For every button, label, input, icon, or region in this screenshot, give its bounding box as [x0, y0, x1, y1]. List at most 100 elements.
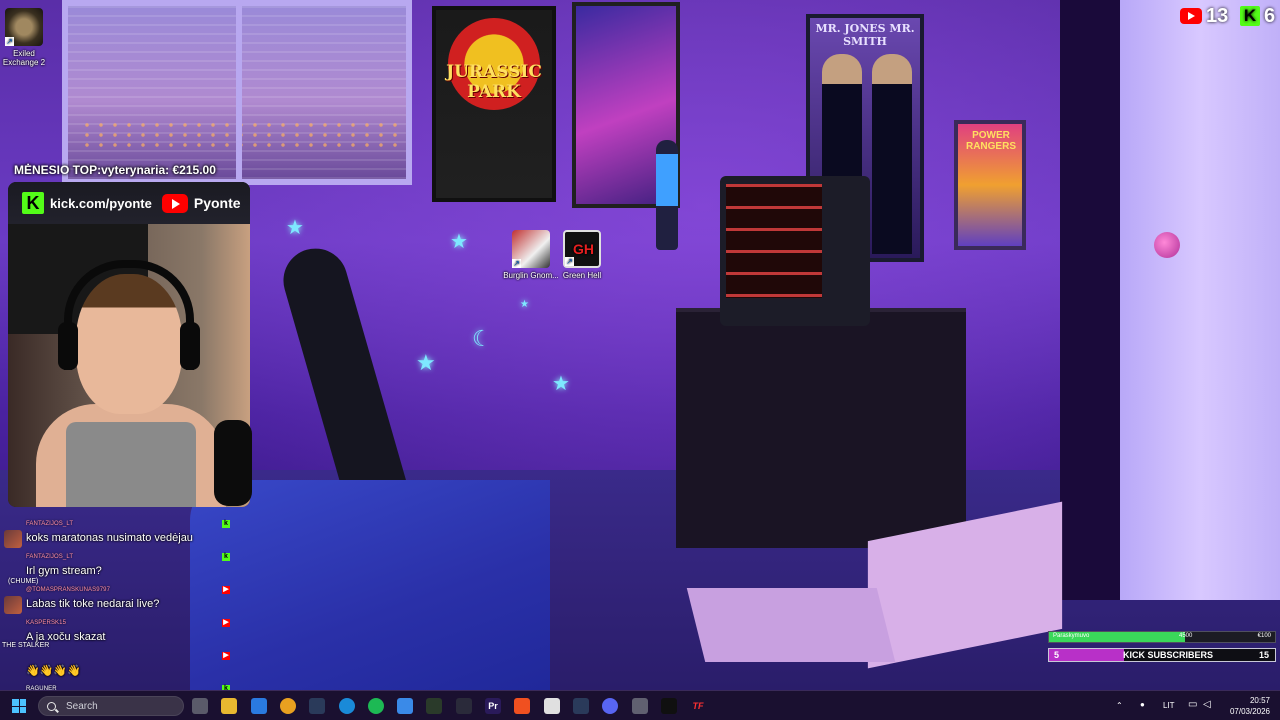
moon-decal: ☾	[472, 326, 492, 351]
wallpaper-bed	[190, 480, 550, 690]
files-icon[interactable]	[221, 698, 237, 714]
kick-logo-icon: K	[22, 192, 44, 214]
power-rangers-title: POWER RANGERS	[965, 130, 1016, 152]
premiere-icon[interactable]: Pr	[485, 698, 501, 714]
star-decal: ★	[416, 350, 436, 375]
subscribers-current: 5	[1054, 650, 1060, 660]
kick-url: kick.com/pyonte	[50, 195, 152, 211]
clock-date: 07/03/2026	[1229, 707, 1270, 716]
taskbar-clock[interactable]: 20:57 07/03/2026	[1220, 695, 1270, 717]
desktop-icon-exiled-exchange[interactable]: ↗ Exiled Exchange 2	[0, 8, 53, 67]
volume-icon[interactable]: ◁	[1203, 699, 1211, 710]
taskbar-search-input[interactable]: Search	[38, 696, 184, 716]
kick-viewer-counter: K 6	[1240, 4, 1275, 28]
chat-message: FANTAZIJOS_LT koks maratonas nusimato ve…	[4, 518, 230, 551]
wallpaper-pizza-box	[686, 588, 896, 662]
jurassic-park-title: JURASSIC PARK	[446, 62, 542, 102]
green-hell-icon: ↗	[563, 230, 601, 268]
star-decal: ★	[520, 299, 529, 310]
subscribers-label: KICK SUBSCRIBERS	[1123, 650, 1214, 660]
goal-value: 4500	[1179, 633, 1193, 639]
chat-avatar	[4, 596, 22, 614]
store-icon[interactable]	[251, 698, 267, 714]
youtube-channel-name: Pyonte	[193, 195, 241, 211]
kick-viewer-count: 6	[1264, 4, 1276, 27]
kick-platform-icon: k	[222, 553, 230, 561]
wallpaper-lava-lamp	[656, 140, 678, 250]
nvidia-icon[interactable]	[426, 698, 442, 714]
windows-start-icon[interactable]	[12, 699, 26, 713]
notes-icon[interactable]	[544, 698, 560, 714]
stream-chat: FANTAZIJOS_LT koks maratonas nusimato ve…	[4, 518, 230, 696]
desktop-icon-label: Burglin Gnom...	[503, 271, 559, 280]
webcam-header: K kick.com/pyonte Pyonte	[8, 182, 250, 224]
headphone-ear-right	[180, 322, 200, 370]
microphone-icon	[214, 420, 252, 506]
chat-username: FANTAZIJOS_LT	[26, 554, 74, 560]
chat-text: koks maratonas nusimato vedėjau	[26, 532, 193, 544]
power-rangers-poster: POWER RANGERS	[954, 120, 1026, 250]
star-decal: ★	[552, 373, 570, 395]
photos-icon[interactable]	[397, 698, 413, 714]
star-decal: ★	[286, 217, 304, 239]
chrome-icon[interactable]	[280, 698, 296, 714]
search-placeholder: Search	[66, 700, 98, 712]
desktop-icon-green-hell[interactable]: ↗ Green Hell	[553, 230, 611, 280]
chat-text: Labas tik toke nedarai live?	[26, 598, 160, 610]
youtube-platform-icon: ▶	[222, 619, 230, 627]
chat-message: 👋👋👋👋 ▶	[4, 650, 230, 683]
kick-platform-icon: k	[222, 520, 230, 528]
steam-2-icon[interactable]	[573, 698, 589, 714]
webcam-tank-top	[66, 422, 196, 507]
chat-text: Irl gym stream?	[26, 565, 102, 577]
desktop-icon-label: Exiled Exchange 2	[2, 49, 46, 67]
settings-icon[interactable]	[632, 698, 648, 714]
men-in-black-title: MR. JONES MR. SMITH	[815, 22, 915, 48]
search-icon	[47, 701, 56, 711]
obs-icon[interactable]	[456, 698, 472, 714]
tray-app-icon[interactable]: ●	[1140, 700, 1145, 709]
chat-username: KASPERSK15	[26, 620, 67, 626]
steam-icon[interactable]	[309, 698, 325, 714]
tray-chevron-icon[interactable]: ⌃	[1116, 701, 1123, 710]
goal-label: Paraskymuvo	[1053, 633, 1090, 639]
spotify-icon[interactable]	[368, 698, 384, 714]
jurassic-park-poster: JURASSIC PARK	[432, 6, 556, 202]
network-icon[interactable]: ▭	[1188, 699, 1197, 710]
chat-message: @TOMASPRANSKUNAS9797 Labas tik toke neda…	[4, 584, 230, 617]
discord-icon[interactable]	[602, 698, 618, 714]
brave-icon[interactable]	[514, 698, 530, 714]
shortcut-arrow-icon: ↗	[5, 37, 14, 46]
wallpaper-door-knob	[1154, 232, 1180, 258]
youtube-logo-icon	[161, 193, 188, 213]
donation-goal-bar: Paraskymuvo 4500 €100	[1048, 631, 1276, 643]
top-donation-banner: MĖNESIO TOP:vyterynaria: €215.00	[14, 163, 216, 177]
chat-avatar	[4, 662, 22, 680]
wallpaper-door-gap	[1060, 0, 1120, 600]
chat-username: @TOMASPRANSKUNAS9797	[26, 587, 111, 593]
shortcut-arrow-icon: ↗	[565, 257, 574, 266]
wallpaper-door	[1120, 0, 1280, 600]
side-label-chume: (CHUME)	[8, 578, 39, 585]
tiktok-icon[interactable]	[661, 698, 677, 714]
language-indicator[interactable]: LIT	[1163, 701, 1175, 710]
headphones-icon	[64, 260, 194, 370]
chat-text: 👋👋👋👋	[26, 665, 81, 677]
shortcut-arrow-icon: ↗	[512, 259, 521, 268]
youtube-platform-icon: ▶	[222, 586, 230, 594]
tf-icon[interactable]: TF	[690, 698, 706, 714]
wallpaper-cabinet	[676, 308, 966, 548]
desktop-icon-burglin-gnomes[interactable]: ↗ Burglin Gnom...	[502, 230, 560, 280]
youtube-viewer-count: 13	[1206, 4, 1229, 27]
goal-target: €100	[1257, 633, 1271, 639]
clock-time: 20:57	[1249, 696, 1270, 705]
star-decal: ★	[450, 231, 468, 253]
wallpaper-tv-screen	[726, 184, 822, 298]
headphone-ear-left	[58, 322, 78, 370]
wallpaper-window-mullion	[236, 6, 242, 179]
kick-subscribers-goal: 5 KICK SUBSCRIBERS 15	[1048, 648, 1276, 662]
subscribers-goal-fill	[1049, 649, 1124, 661]
side-label-stalker: THE STALKER	[2, 642, 50, 649]
file-manager-icon[interactable]	[192, 698, 208, 714]
edge-icon[interactable]	[339, 698, 355, 714]
